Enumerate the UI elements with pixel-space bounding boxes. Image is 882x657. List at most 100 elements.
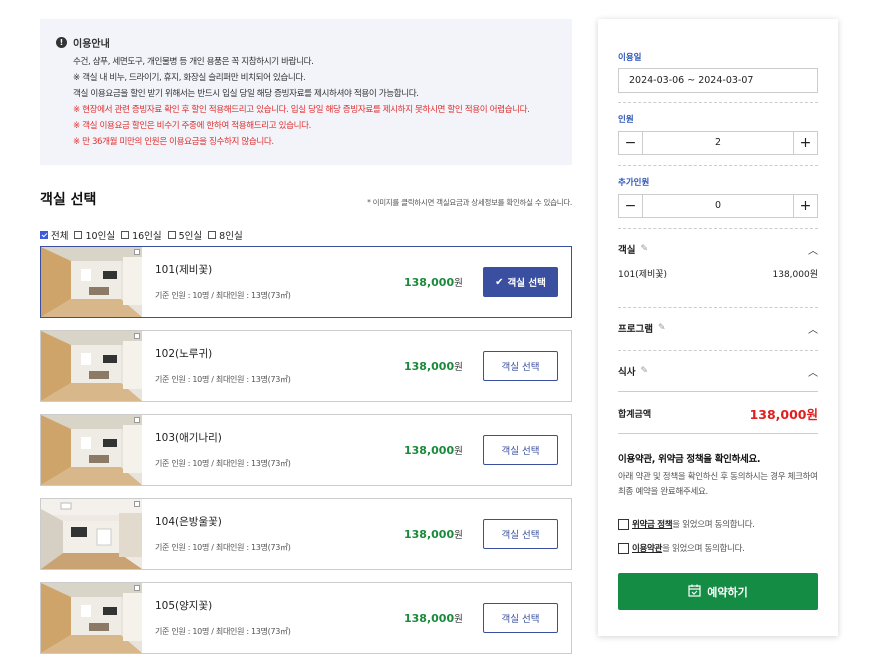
total-value: 138,000원 bbox=[749, 407, 818, 422]
checkbox-icon[interactable] bbox=[618, 518, 629, 530]
agree-penalty-policy[interactable]: 위약금 정책 을 읽었으며 동의합니다. bbox=[618, 518, 755, 530]
agree-terms[interactable]: 이용약관 을 읽었으며 동의합니다. bbox=[618, 542, 745, 554]
date-field[interactable]: 2024-03-06 ~ 2024-03-07 bbox=[618, 68, 818, 93]
price-unit: 원 bbox=[454, 278, 463, 289]
room-info: 102(노루귀) 기준 인원 : 10명 / 최대인원 : 13명(73㎡) 1… bbox=[142, 331, 571, 401]
room-info: 103(애기나리) 기준 인원 : 10명 / 최대인원 : 13명(73㎡) … bbox=[142, 415, 571, 485]
group-title: 객실 bbox=[618, 245, 636, 256]
agree-text: 을 읽었으며 동의합니다. bbox=[662, 544, 745, 554]
meal-group-header[interactable]: 식사 ✎ ︿ bbox=[618, 363, 818, 379]
checkbox-icon[interactable] bbox=[167, 231, 176, 239]
expand-icon[interactable] bbox=[134, 417, 140, 423]
extra-people-value[interactable]: 0 bbox=[643, 195, 793, 217]
notice-line-warning: ※ 현장에서 관련 증빙자료 확인 후 할인 적용해드리고 있습니다. 입실 당… bbox=[73, 105, 530, 115]
chevron-up-icon[interactable]: ︿ bbox=[808, 242, 818, 257]
minus-button[interactable]: − bbox=[619, 195, 643, 217]
room-select-button[interactable]: 객실 선택 bbox=[483, 435, 558, 465]
room-price: 138,000원 bbox=[404, 359, 463, 373]
plus-button[interactable]: + bbox=[793, 132, 817, 154]
room-info: 105(양지꽃) 기준 인원 : 10명 / 최대인원 : 13명(73㎡) 1… bbox=[142, 583, 571, 653]
filter-8[interactable]: 8인실 bbox=[208, 228, 243, 242]
filter-all[interactable]: 전체 bbox=[40, 228, 68, 242]
terms-link[interactable]: 이용약관 bbox=[632, 542, 662, 554]
room-price: 138,000원 bbox=[404, 527, 463, 541]
button-label: 객실 선택 bbox=[501, 530, 540, 541]
room-capacity: 기준 인원 : 10명 / 최대인원 : 13명(73㎡) bbox=[155, 543, 291, 552]
expand-icon[interactable] bbox=[134, 249, 140, 255]
room-photo[interactable] bbox=[41, 247, 142, 317]
total-row: 합계금액 138,000원 bbox=[618, 404, 818, 423]
terms-title: 이용약관, 위약금 정책을 확인하세요. bbox=[618, 454, 761, 465]
room-group-header[interactable]: 객실 ✎ ︿ bbox=[618, 241, 818, 257]
checkbox-icon[interactable] bbox=[121, 231, 130, 239]
room-select-button[interactable]: 객실 선택 bbox=[483, 603, 558, 633]
notice-line-warning: ※ 만 36개월 미만의 인원은 이용요금을 징수하지 않습니다. bbox=[73, 137, 274, 147]
expand-icon[interactable] bbox=[134, 585, 140, 591]
room-name: 101(제비꽃) bbox=[155, 264, 213, 276]
room-price: 138,000원 bbox=[404, 275, 463, 289]
room-photo[interactable] bbox=[41, 499, 142, 569]
room-name: 104(은방울꽃) bbox=[155, 516, 222, 528]
checkbox-icon[interactable] bbox=[618, 542, 629, 554]
program-group-header[interactable]: 프로그램 ✎ ︿ bbox=[618, 320, 818, 336]
room-card-105[interactable]: 105(양지꽃) 기준 인원 : 10명 / 최대인원 : 13명(73㎡) 1… bbox=[40, 582, 572, 654]
checkbox-checked-icon[interactable] bbox=[40, 231, 48, 239]
checkbox-icon[interactable] bbox=[74, 231, 83, 239]
room-photo[interactable] bbox=[41, 583, 142, 653]
group-title: 식사 bbox=[618, 367, 636, 378]
price-value: 138,000 bbox=[404, 276, 455, 289]
agree-text: 을 읽었으며 동의합니다. bbox=[672, 520, 755, 530]
filter-5[interactable]: 5인실 bbox=[167, 228, 203, 242]
date-label: 이용일 bbox=[618, 53, 642, 63]
extra-people-label: 추가인원 bbox=[618, 178, 650, 188]
pencil-icon: ✎ bbox=[640, 244, 649, 254]
room-capacity: 기준 인원 : 10명 / 최대인원 : 13명(73㎡) bbox=[155, 291, 291, 300]
divider bbox=[618, 228, 818, 229]
minus-button[interactable]: − bbox=[619, 132, 643, 154]
price-value: 138,000 bbox=[404, 360, 455, 373]
chevron-up-icon[interactable]: ︿ bbox=[808, 321, 818, 336]
room-card-101[interactable]: 101(제비꽃) 기준 인원 : 10명 / 최대인원 : 13명(73㎡) 1… bbox=[40, 246, 572, 318]
filter-10[interactable]: 10인실 bbox=[74, 228, 115, 242]
room-info: 104(은방울꽃) 기준 인원 : 10명 / 최대인원 : 13명(73㎡) … bbox=[142, 499, 571, 569]
room-select-button[interactable]: 객실 선택 bbox=[483, 351, 558, 381]
plus-button[interactable]: + bbox=[793, 195, 817, 217]
checkbox-icon[interactable] bbox=[208, 231, 217, 239]
room-capacity: 기준 인원 : 10명 / 최대인원 : 13명(73㎡) bbox=[155, 459, 291, 468]
room-price: 138,000원 bbox=[404, 443, 463, 457]
divider bbox=[618, 165, 818, 166]
extra-people-stepper: − 0 + bbox=[618, 194, 818, 218]
filter-16[interactable]: 16인실 bbox=[121, 228, 162, 242]
room-select-button[interactable]: 객실 선택 bbox=[483, 519, 558, 549]
room-capacity: 기준 인원 : 10명 / 최대인원 : 13명(73㎡) bbox=[155, 375, 291, 384]
chevron-up-icon[interactable]: ︿ bbox=[808, 364, 818, 379]
room-card-103[interactable]: 103(애기나리) 기준 인원 : 10명 / 최대인원 : 13명(73㎡) … bbox=[40, 414, 572, 486]
notice-lines: 수건, 샴푸, 세면도구, 개인물병 등 개인 용품은 꼭 지참하시기 바랍니다… bbox=[73, 54, 556, 150]
filter-label: 5인실 bbox=[178, 231, 203, 242]
pencil-icon: ✎ bbox=[657, 323, 666, 333]
reserve-button[interactable]: 예약하기 bbox=[618, 573, 818, 610]
expand-icon[interactable] bbox=[134, 501, 140, 507]
room-photo[interactable] bbox=[41, 331, 142, 401]
selected-room-item: 101(제비꽃) 138,000원 bbox=[618, 267, 818, 280]
price-value: 138,000 bbox=[404, 612, 455, 625]
penalty-policy-link[interactable]: 위약금 정책 bbox=[632, 518, 673, 530]
price-value: 138,000 bbox=[404, 444, 455, 457]
selected-room-price: 138,000원 bbox=[772, 270, 819, 280]
people-stepper: − 2 + bbox=[618, 131, 818, 155]
section-hint: * 이미지를 클릭하시면 객실요금과 상세정보를 확인하실 수 있습니다. bbox=[367, 198, 572, 207]
room-photo[interactable] bbox=[41, 415, 142, 485]
filter-label: 전체 bbox=[51, 231, 69, 242]
info-icon: ! bbox=[56, 36, 67, 48]
room-card-102[interactable]: 102(노루귀) 기준 인원 : 10명 / 최대인원 : 13명(73㎡) 1… bbox=[40, 330, 572, 402]
room-name: 102(노루귀) bbox=[155, 348, 213, 360]
price-unit: 원 bbox=[454, 362, 463, 373]
total-label: 합계금액 bbox=[618, 410, 652, 420]
reservation-sidebar: 이용일 2024-03-06 ~ 2024-03-07 인원 − 2 + 추가인… bbox=[598, 19, 838, 636]
expand-icon[interactable] bbox=[134, 333, 140, 339]
notice-line: 객실 이용요금을 할인 받기 위해서는 반드시 입실 당일 해당 증빙자료를 제… bbox=[73, 89, 419, 99]
room-card-104[interactable]: 104(은방울꽃) 기준 인원 : 10명 / 최대인원 : 13명(73㎡) … bbox=[40, 498, 572, 570]
room-select-button[interactable]: ✔ 객실 선택 bbox=[483, 267, 558, 297]
terms-description: 아래 약관 및 정책을 확인하신 후 동의하시는 경우 체크하여 최종 예약을 … bbox=[618, 472, 818, 497]
people-value[interactable]: 2 bbox=[643, 132, 793, 154]
